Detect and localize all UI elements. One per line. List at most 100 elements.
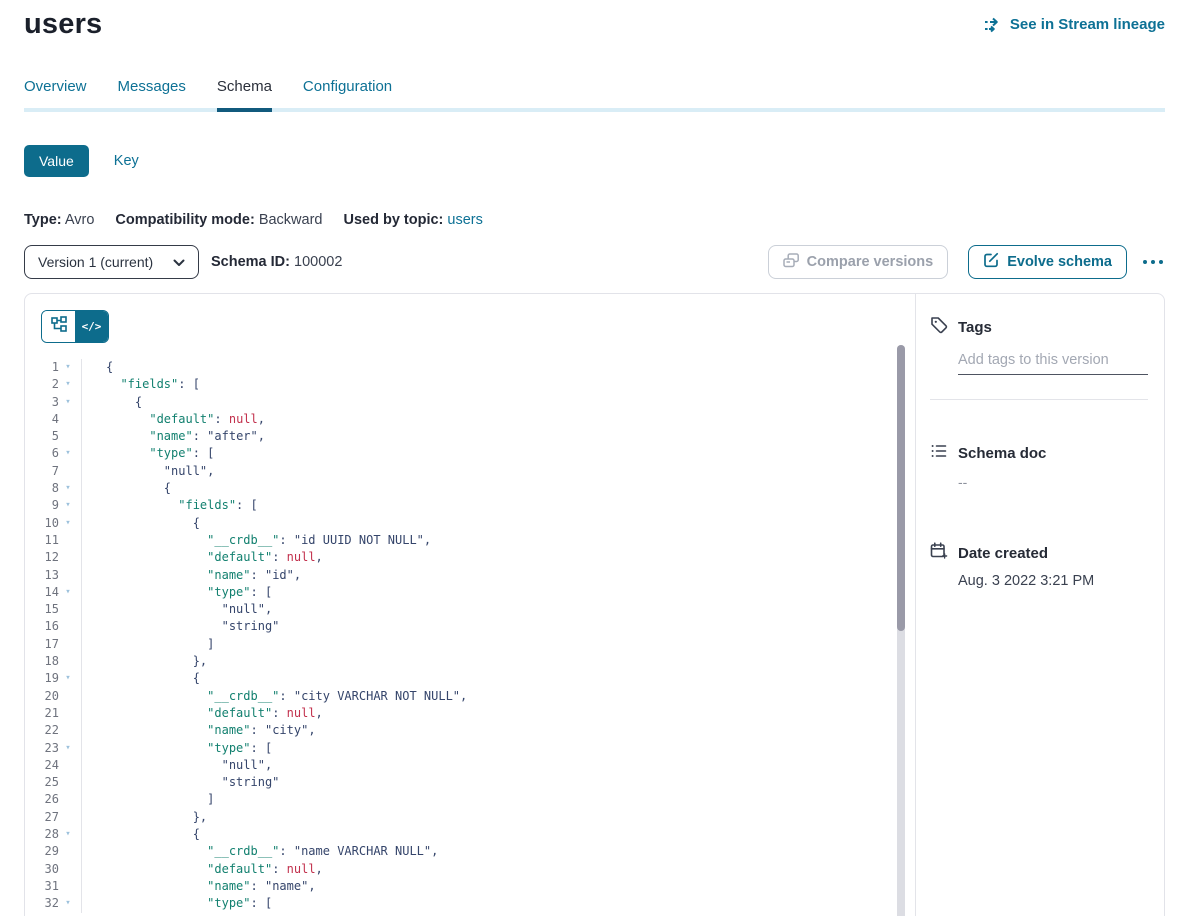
code-view-button[interactable]: </> (75, 311, 108, 342)
list-icon (930, 442, 948, 464)
line-number: 32 (25, 895, 59, 912)
code-line: 1▾{ (25, 359, 915, 376)
line-number: 16 (25, 618, 59, 635)
date-created-section: Date created Aug. 3 2022 3:21 PM (930, 542, 1148, 589)
fold-arrow-icon[interactable]: ▾ (59, 376, 77, 393)
evolve-schema-label: Evolve schema (1007, 254, 1112, 270)
key-button[interactable]: Key (114, 153, 139, 169)
line-number: 10 (25, 515, 59, 532)
schema-editor: </> 1▾{2▾ "fields": [3▾ {4 "default": nu… (25, 294, 915, 916)
code-text: "name": "id", (82, 567, 301, 584)
tab-bar: Overview Messages Schema Configuration (24, 78, 1165, 112)
code-text: ] (82, 636, 214, 653)
schema-id-label: Schema ID: (211, 254, 290, 270)
page-title: users (24, 8, 102, 41)
code-line: 16 "string" (25, 618, 915, 635)
value-button[interactable]: Value (24, 145, 89, 177)
fold-arrow-icon[interactable]: ▾ (59, 740, 77, 757)
tree-view-button[interactable] (42, 311, 75, 342)
fold-arrow-icon[interactable]: ▾ (59, 670, 77, 687)
code-view-icon: </> (82, 320, 102, 333)
version-select[interactable]: Version 1 (current) (24, 245, 199, 279)
code-line: 27 }, (25, 809, 915, 826)
tab-overview[interactable]: Overview (24, 78, 87, 112)
code-text: }, (82, 653, 207, 670)
line-number: 22 (25, 722, 59, 739)
fold-arrow-icon[interactable]: ▾ (59, 515, 77, 532)
code-text: { (82, 515, 200, 532)
fold-arrow-icon[interactable]: ▾ (59, 895, 77, 912)
editor-scrollbar-thumb[interactable] (897, 345, 905, 631)
code-line: 5 "name": "after", (25, 428, 915, 445)
tab-schema[interactable]: Schema (217, 78, 272, 112)
line-number: 28 (25, 826, 59, 843)
line-number: 20 (25, 688, 59, 705)
code-text: "fields": [ (82, 497, 258, 514)
fold-arrow-icon[interactable]: ▾ (59, 394, 77, 411)
evolve-schema-button[interactable]: Evolve schema (968, 245, 1127, 279)
code-text: { (82, 826, 200, 843)
line-number: 29 (25, 843, 59, 860)
code-line: 15 "null", (25, 601, 915, 618)
schema-doc-title: Schema doc (958, 445, 1046, 462)
code-text: "null", (82, 757, 272, 774)
fold-arrow-icon[interactable]: ▾ (59, 584, 77, 601)
line-number: 26 (25, 791, 59, 808)
code-text: "__crdb__": "id UUID NOT NULL", (82, 532, 431, 549)
line-number: 1 (25, 359, 59, 376)
compare-versions-label: Compare versions (807, 254, 934, 270)
version-select-value: Version 1 (current) (38, 254, 153, 270)
lineage-link-label: See in Stream lineage (1010, 16, 1165, 33)
fold-arrow-icon[interactable]: ▾ (59, 826, 77, 843)
code-line: 29 "__crdb__": "name VARCHAR NULL", (25, 843, 915, 860)
schema-id-value: 100002 (294, 254, 342, 270)
code-line: 14▾ "type": [ (25, 584, 915, 601)
type-label: Type: (24, 212, 62, 228)
line-number: 17 (25, 636, 59, 653)
sidebar-divider (930, 399, 1148, 400)
tags-title: Tags (958, 319, 992, 336)
code-line: 10▾ { (25, 515, 915, 532)
line-number: 18 (25, 653, 59, 670)
line-number: 30 (25, 861, 59, 878)
line-number: 12 (25, 549, 59, 566)
fold-arrow-icon[interactable]: ▾ (59, 497, 77, 514)
line-number: 11 (25, 532, 59, 549)
schema-card: </> 1▾{2▾ "fields": [3▾ {4 "default": nu… (24, 293, 1165, 916)
more-options-button[interactable] (1141, 254, 1165, 270)
schema-meta-row: Type: Avro Compatibility mode: Backward … (24, 212, 1165, 228)
version-bar: Version 1 (current) Schema ID: 100002 Co… (24, 245, 1165, 279)
code-text: }, (82, 809, 207, 826)
fold-arrow-icon[interactable]: ▾ (59, 480, 77, 497)
code-text: ] (82, 791, 214, 808)
used-by-topic-field: Used by topic: users (343, 212, 482, 228)
fold-arrow-icon[interactable]: ▾ (59, 359, 77, 376)
line-number: 5 (25, 428, 59, 445)
compare-versions-button[interactable]: Compare versions (768, 245, 949, 279)
code-text: "null", (82, 463, 214, 480)
code-line: 7 "null", (25, 463, 915, 480)
code-line: 18 }, (25, 653, 915, 670)
code-text: "name": "after", (82, 428, 265, 445)
add-tags-input[interactable] (958, 338, 1148, 375)
code-line: 19▾ { (25, 670, 915, 687)
editor-scrollbar-track[interactable] (897, 345, 905, 916)
compatibility-value: Backward (259, 212, 323, 228)
type-field: Type: Avro (24, 212, 94, 228)
tab-messages[interactable]: Messages (118, 78, 186, 112)
tag-icon (930, 316, 948, 338)
code-line: 28▾ { (25, 826, 915, 843)
code-text: "type": [ (82, 740, 272, 757)
code-line: 17 ] (25, 636, 915, 653)
code-line: 22 "name": "city", (25, 722, 915, 739)
ellipsis-icon (1143, 260, 1147, 264)
code-line: 4 "default": null, (25, 411, 915, 428)
code-line: 6▾ "type": [ (25, 445, 915, 462)
tab-configuration[interactable]: Configuration (303, 78, 392, 112)
see-in-stream-lineage-link[interactable]: See in Stream lineage (984, 16, 1165, 33)
code-line: 21 "default": null, (25, 705, 915, 722)
topic-link[interactable]: users (447, 212, 482, 228)
fold-arrow-icon[interactable]: ▾ (59, 445, 77, 462)
code-line: 24 "null", (25, 757, 915, 774)
line-number: 3 (25, 394, 59, 411)
